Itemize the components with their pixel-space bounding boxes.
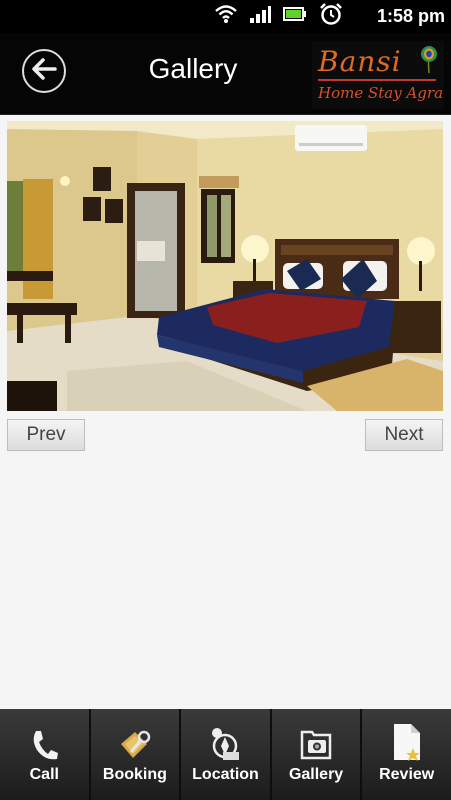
review-icon [391,720,423,762]
peacock-feather-icon [418,45,440,80]
bottom-tab-bar: Call Booking Location Gallery Review [0,709,451,800]
logo-brand-text: Bansi [318,45,402,78]
status-time: 1:58 pm [376,6,445,26]
booking-icon [117,720,153,762]
status-bar: 1:58 pm [0,0,451,33]
brand-logo: Bansi Home Stay Agra [312,41,444,109]
tab-gallery[interactable]: Gallery [272,709,363,800]
arrow-left-icon [31,57,57,85]
tab-booking[interactable]: Booking [91,709,182,800]
gallery-image[interactable] [7,121,443,411]
camera-icon [298,720,334,762]
alarm-icon [319,2,343,30]
next-button[interactable]: Next [365,419,443,451]
back-button[interactable] [22,49,66,93]
tab-review[interactable]: Review [362,709,451,800]
phone-icon [29,720,59,762]
location-icon [207,720,243,762]
tab-label: Booking [102,766,167,783]
tab-label: Location [192,766,259,783]
logo-tagline: Home Stay Agra [318,84,444,102]
app-header: Gallery Bansi Home Stay Agra [0,33,451,115]
wifi-icon [215,4,237,29]
tab-location[interactable]: Location [181,709,272,800]
signal-icon [249,4,271,29]
prev-button[interactable]: Prev [7,419,85,451]
tab-label: Review [379,766,435,783]
tab-call[interactable]: Call [0,709,91,800]
page-title: Gallery [148,53,238,84]
status-icons [215,2,343,30]
tab-label: Call [29,766,59,783]
logo-divider [318,79,436,81]
battery-icon [283,6,307,27]
tab-label: Gallery [288,766,344,783]
